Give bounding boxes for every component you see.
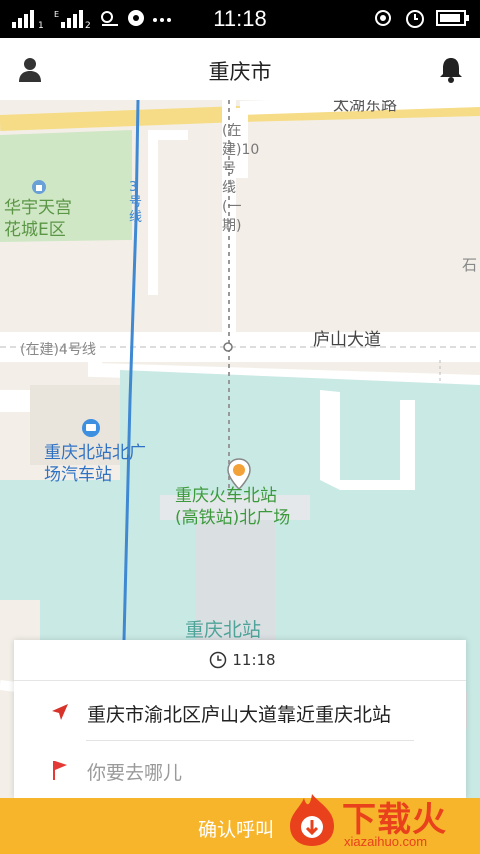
map-label-huayu: 华宇天宫花城E区 — [4, 198, 72, 240]
battery-icon — [436, 10, 469, 26]
watermark: 下载火 xiazaihuo.com — [282, 790, 480, 854]
departure-time: 11:18 — [232, 651, 276, 669]
map-label-north-station: 重庆北站 — [185, 619, 262, 641]
from-address: 重庆市渝北区庐山大道靠近重庆北站 — [87, 704, 392, 726]
map-label-partial: 石 — [462, 256, 478, 274]
watermark-domain: xiazaihuo.com — [344, 834, 428, 849]
flag-icon — [53, 761, 67, 780]
time-row[interactable]: 11:18 — [14, 640, 466, 681]
bus-icon — [82, 419, 100, 437]
gps-icon — [375, 10, 391, 26]
arrow-icon — [52, 704, 68, 720]
map-label-line10: (在建)10号线(一期) — [222, 123, 260, 234]
page-title[interactable]: 重庆市 — [0, 56, 480, 86]
status-bar: 1 E 2 11:18 — [0, 0, 480, 38]
map-label-line4: (在建)4号线 — [20, 342, 96, 358]
map-label-road: 太湖东路 — [333, 100, 398, 114]
map-label-train-station: 重庆火车北站(高铁站)北广场 — [175, 486, 291, 528]
flame-logo-icon — [290, 794, 334, 846]
map-label-line3: 3号线 — [129, 180, 143, 225]
status-icons-right — [372, 7, 470, 29]
confirm-call-label: 确认呼叫 — [198, 819, 275, 841]
bell-icon[interactable] — [438, 55, 464, 83]
map-label-bus-station: 重庆北站北广场汽车站 — [44, 443, 146, 485]
trip-card: 11:18 重庆市渝北区庐山大道靠近重庆北站 你要去哪儿 — [14, 640, 466, 798]
destination-input: 你要去哪儿 — [87, 762, 183, 784]
app-header: 重庆市 — [0, 38, 480, 101]
alarm-icon — [406, 10, 424, 28]
from-address-row[interactable]: 重庆市渝北区庐山大道靠近重庆北站 — [14, 682, 466, 740]
map-label-lushan: 庐山大道 — [313, 330, 381, 350]
park-icon — [32, 180, 46, 194]
